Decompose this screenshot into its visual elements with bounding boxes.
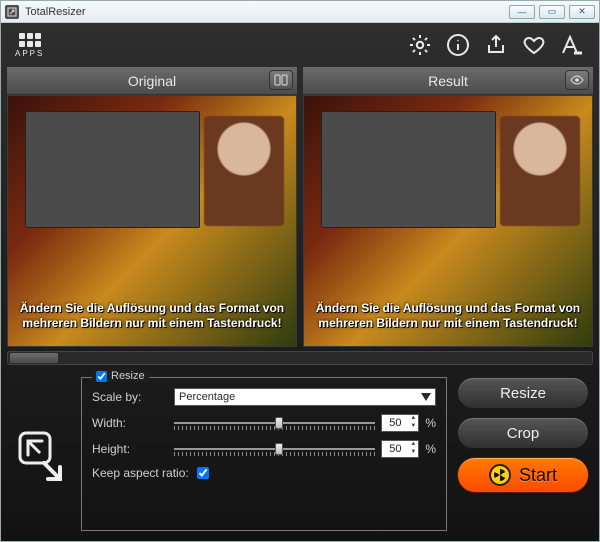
bottom-area: Resize Scale by: Percentage Width: (1, 369, 599, 541)
scale-by-value: Percentage (179, 391, 235, 403)
view-toggle[interactable] (565, 70, 589, 90)
topbar: APPS (1, 23, 599, 67)
window-minimize-button[interactable]: — (509, 5, 535, 19)
gear-icon (408, 33, 432, 57)
scrollbar-thumb[interactable] (10, 353, 58, 363)
apply-indicator (11, 377, 71, 531)
keep-ratio-checkbox[interactable] (197, 467, 209, 479)
resize-panel-legend[interactable]: Resize (92, 370, 149, 382)
width-label: Width: (92, 416, 166, 430)
original-pane: Original Ändern Sie die Auflösung und da… (7, 67, 297, 347)
resize-panel: Resize Scale by: Percentage Width: (81, 377, 447, 531)
height-slider-handle[interactable] (275, 443, 283, 455)
width-slider[interactable] (174, 416, 375, 430)
width-unit: % (425, 416, 436, 430)
compare-toggle[interactable] (269, 70, 293, 90)
result-preview[interactable]: Ändern Sie die Auflösung und das Format … (303, 95, 593, 347)
thumbnail-scrollbar[interactable] (7, 351, 593, 365)
titlebar[interactable]: TotalResizer — ▭ ✕ (1, 1, 599, 23)
text-button[interactable] (559, 32, 585, 58)
resize-enable-checkbox[interactable] (96, 371, 107, 382)
settings-button[interactable] (407, 32, 433, 58)
result-pane: Result Ändern Sie die Auflösung und das … (303, 67, 593, 347)
favorite-button[interactable] (521, 32, 547, 58)
keep-ratio-label: Keep aspect ratio: (92, 466, 189, 480)
info-button[interactable] (445, 32, 471, 58)
original-preview[interactable]: Ändern Sie die Auflösung und das Format … (7, 95, 297, 347)
result-caption: Ändern Sie die Auflösung und das Format … (304, 301, 592, 331)
original-header: Original (7, 67, 297, 95)
result-label: Result (428, 73, 468, 89)
original-caption: Ändern Sie die Auflösung und das Format … (8, 301, 296, 331)
resize-panel-title: Resize (111, 370, 145, 382)
hazard-icon (489, 464, 511, 486)
result-header: Result (303, 67, 593, 95)
window-maximize-button[interactable]: ▭ (539, 5, 565, 19)
preview-panes: Original Ändern Sie die Auflösung und da… (1, 67, 599, 347)
scale-by-select[interactable]: Percentage (174, 388, 436, 406)
app-icon (5, 5, 19, 19)
start-button[interactable]: Start (457, 457, 589, 493)
eye-icon (570, 73, 584, 87)
share-button[interactable] (483, 32, 509, 58)
info-icon (446, 33, 470, 57)
resize-arrow-icon (14, 427, 68, 481)
app-body: APPS Original Ändern (1, 23, 599, 541)
heart-icon (522, 33, 546, 57)
crop-button[interactable]: Crop (457, 417, 589, 449)
apps-label: APPS (15, 49, 44, 58)
window-title: TotalResizer (25, 6, 86, 18)
apps-button[interactable]: APPS (15, 33, 44, 58)
height-label: Height: (92, 442, 166, 456)
width-input[interactable]: 50 ▲▼ (381, 414, 419, 432)
scale-by-label: Scale by: (92, 390, 166, 404)
action-buttons: Resize Crop Start (457, 377, 589, 531)
height-unit: % (425, 442, 436, 456)
font-icon (560, 33, 584, 57)
height-input[interactable]: 50 ▲▼ (381, 440, 419, 458)
apps-icon (19, 33, 41, 47)
share-icon (484, 33, 508, 57)
height-slider[interactable] (174, 442, 375, 456)
resize-button[interactable]: Resize (457, 377, 589, 409)
dropdown-icon (421, 393, 431, 401)
app-window: TotalResizer — ▭ ✕ APPS Original (0, 0, 600, 542)
width-slider-handle[interactable] (275, 417, 283, 429)
original-label: Original (128, 73, 176, 89)
compare-icon (274, 73, 288, 87)
window-close-button[interactable]: ✕ (569, 5, 595, 19)
